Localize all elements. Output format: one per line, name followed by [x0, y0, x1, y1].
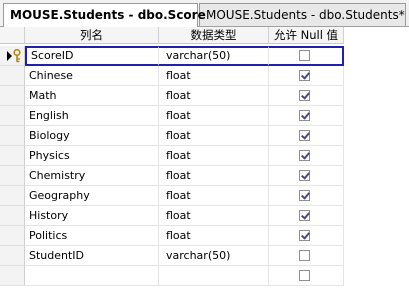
tab-students-table[interactable]: MOUSE.Students - dbo.Students* [199, 3, 406, 26]
row-selector[interactable] [0, 146, 25, 166]
allow-null-checkbox[interactable] [299, 130, 310, 141]
data-type-cell[interactable]: float [159, 106, 269, 126]
column-name-header[interactable]: 列名 [25, 27, 159, 44]
allow-null-cell [269, 246, 344, 266]
column-designer-grid: 列名 数据类型 允许 Null 值 ScoreID varchar(50) Chin… [0, 27, 409, 296]
table-row[interactable]: ScoreID varchar(50) [0, 46, 344, 66]
allow-null-checkbox[interactable] [299, 210, 310, 221]
data-type-cell[interactable]: float [159, 126, 269, 146]
allow-null-cell [269, 266, 344, 286]
allow-null-checkbox[interactable] [299, 230, 310, 241]
table-row[interactable]: Chinese float [0, 66, 344, 86]
table-row[interactable] [0, 266, 344, 286]
column-name-cell[interactable]: Politics [25, 226, 159, 246]
allow-null-cell [269, 206, 344, 226]
table-row[interactable]: English float [0, 106, 344, 126]
data-type-cell[interactable]: float [159, 226, 269, 246]
column-name-cell[interactable]: History [25, 206, 159, 226]
table-row[interactable]: Politics float [0, 226, 344, 246]
allow-null-checkbox[interactable] [299, 270, 310, 281]
allow-null-cell [269, 66, 344, 86]
data-type-cell[interactable]: float [159, 166, 269, 186]
allow-null-cell [269, 186, 344, 206]
row-selector[interactable] [0, 86, 25, 106]
table-row[interactable]: Geography float [0, 186, 344, 206]
column-name-cell[interactable] [25, 266, 159, 286]
data-type-cell[interactable] [159, 266, 269, 286]
data-type-cell[interactable]: varchar(50) [159, 246, 269, 266]
allow-null-cell [269, 226, 344, 246]
column-name-cell[interactable]: Geography [25, 186, 159, 206]
table-row[interactable]: History float [0, 206, 344, 226]
allow-null-cell [269, 166, 344, 186]
allow-null-cell [269, 126, 344, 146]
data-type-cell[interactable]: float [159, 66, 269, 86]
allow-null-checkbox[interactable] [299, 170, 310, 181]
allow-null-cell [269, 46, 344, 66]
column-name-cell[interactable]: Biology [25, 126, 159, 146]
allow-null-cell [269, 146, 344, 166]
column-name-cell[interactable]: StudentID [25, 246, 159, 266]
data-type-cell[interactable]: varchar(50) [159, 46, 269, 66]
allow-null-checkbox[interactable] [299, 50, 310, 61]
row-selector[interactable] [0, 126, 25, 146]
table-row[interactable]: Physics float [0, 146, 344, 166]
data-type-header[interactable]: 数据类型 [159, 27, 269, 44]
allow-null-checkbox[interactable] [299, 190, 310, 201]
column-name-cell[interactable]: English [25, 106, 159, 126]
table-row[interactable]: Chemistry float [0, 166, 344, 186]
row-selector[interactable] [0, 246, 25, 266]
data-type-cell[interactable]: float [159, 206, 269, 226]
data-type-cell[interactable]: float [159, 86, 269, 106]
allow-null-cell [269, 106, 344, 126]
allow-null-checkbox[interactable] [299, 150, 310, 161]
row-pointer-icon [7, 51, 12, 61]
table-row[interactable]: Math float [0, 86, 344, 106]
allow-null-checkbox[interactable] [299, 70, 310, 81]
row-selector[interactable] [0, 106, 25, 126]
tab-strip: MOUSE.Students - dbo.Score MOUSE.Student… [0, 0, 409, 27]
table-row[interactable]: Biology float [0, 126, 344, 146]
tab-score-table[interactable]: MOUSE.Students - dbo.Score [3, 3, 206, 27]
allow-null-checkbox[interactable] [299, 250, 310, 261]
allow-null-checkbox[interactable] [299, 110, 310, 121]
row-selector[interactable] [0, 46, 25, 66]
row-selector[interactable] [0, 206, 25, 226]
allow-null-cell [269, 86, 344, 106]
column-name-cell[interactable]: ScoreID [25, 46, 159, 66]
data-type-cell[interactable]: float [159, 186, 269, 206]
column-name-cell[interactable]: Physics [25, 146, 159, 166]
row-selector[interactable] [0, 166, 25, 186]
row-selector-header [0, 27, 25, 44]
row-selector[interactable] [0, 186, 25, 206]
table-row[interactable]: StudentID varchar(50) [0, 246, 344, 266]
data-type-cell[interactable]: float [159, 146, 269, 166]
allow-null-checkbox[interactable] [299, 90, 310, 101]
primary-key-icon [13, 49, 21, 63]
row-selector[interactable] [0, 66, 25, 86]
allow-null-header[interactable]: 允许 Null 值 [269, 27, 344, 44]
column-name-cell[interactable]: Math [25, 86, 159, 106]
row-selector[interactable] [0, 266, 25, 286]
row-selector[interactable] [0, 226, 25, 246]
column-name-cell[interactable]: Chemistry [25, 166, 159, 186]
column-name-cell[interactable]: Chinese [25, 66, 159, 86]
